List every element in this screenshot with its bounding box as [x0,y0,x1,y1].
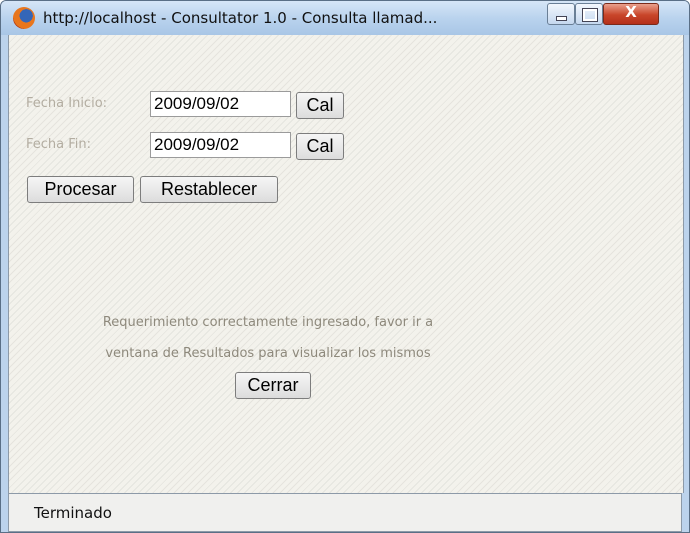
minimize-button[interactable] [547,3,575,25]
restablecer-button[interactable]: Restablecer [140,176,278,203]
close-icon: X [625,3,637,21]
message-line-1: Requerimiento correctamente ingresado, f… [102,315,434,330]
status-text: Terminado [34,504,112,522]
maximize-icon [582,8,598,22]
popup-window: http://localhost - Consultator 1.0 - Con… [0,0,690,533]
fecha-fin-input[interactable] [150,132,291,158]
fecha-fin-cal-button[interactable]: Cal [296,133,344,160]
maximize-button[interactable] [575,3,603,25]
fecha-inicio-label: Fecha Inicio: [26,96,108,111]
cerrar-button[interactable]: Cerrar [235,372,311,399]
status-bar: Terminado [8,493,682,532]
message-line-2: ventana de Resultados para visualizar lo… [105,346,431,361]
procesar-button[interactable]: Procesar [27,176,134,203]
fecha-inicio-cal-button[interactable]: Cal [296,92,344,119]
content-area: Fecha Inicio: Cal Fecha Fin: Cal Procesa… [8,35,684,493]
firefox-icon [13,7,35,29]
minimize-icon [556,16,567,21]
status-message: Requerimiento correctamente ingresado, f… [53,307,483,369]
fecha-fin-label: Fecha Fin: [26,137,92,152]
title-bar[interactable]: http://localhost - Consultator 1.0 - Con… [1,1,689,35]
close-button[interactable]: X [603,3,659,25]
window-title: http://localhost - Consultator 1.0 - Con… [43,9,438,27]
fecha-inicio-input[interactable] [150,91,291,117]
